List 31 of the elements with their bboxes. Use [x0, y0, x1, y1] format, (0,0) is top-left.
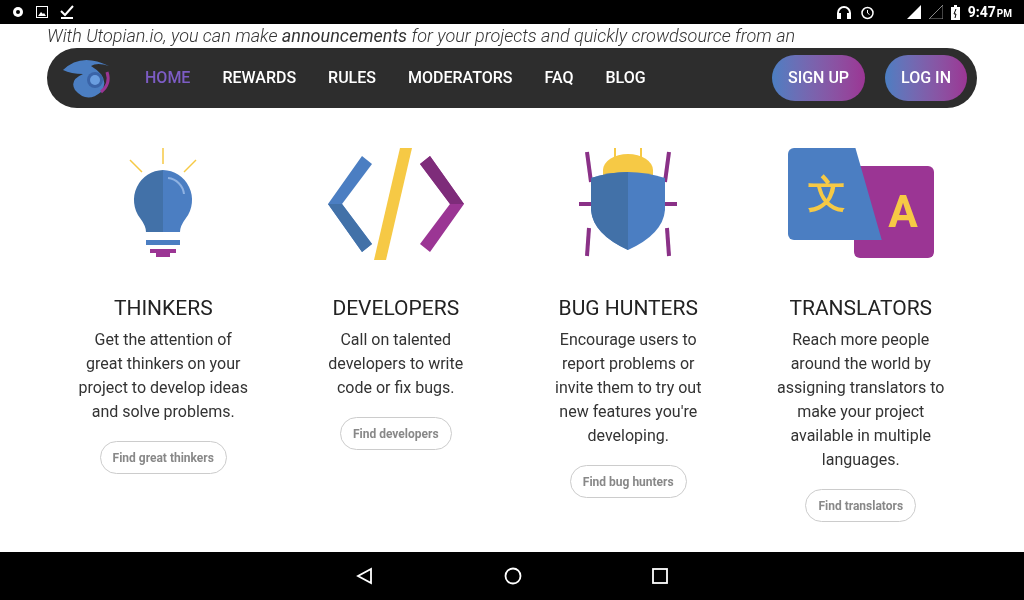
lightbulb-icon	[128, 148, 199, 260]
code-brackets-icon	[327, 148, 464, 260]
card-description: Call on talented developers to write code or fix bugs.	[327, 329, 465, 399]
nav-link[interactable]: BLOG	[605, 66, 646, 90]
battery-icon	[950, 4, 960, 20]
card-title: BUG HUNTERS	[558, 295, 698, 322]
nav-link[interactable]: REWARDS	[222, 66, 297, 90]
card-description: Reach more people around the world by assigning translators to make your project available in multiple languages.	[776, 329, 946, 471]
language-tile: 文	[787, 148, 882, 240]
alarm-icon	[859, 4, 875, 20]
card-description: Get the attention of great thinkers on your project to develop ideas and solve problems.	[78, 329, 249, 423]
headphones-icon	[835, 5, 852, 19]
card-title: THINKERS	[113, 295, 213, 322]
back-icon[interactable]	[356, 567, 374, 585]
image-icon	[36, 6, 48, 18]
signal-icon	[906, 5, 921, 19]
nav-link[interactable]: RULES	[328, 66, 376, 90]
intro-text: With Utopian.io, you can make announcements for your projects and quickly crowdsource from an	[47, 25, 796, 46]
log-in-button[interactable]: LOG IN	[885, 55, 967, 101]
nav-link[interactable]: FAQ	[544, 66, 574, 90]
card-description: Encourage users to report problems or invite them to try out new features you're developing.	[554, 329, 703, 447]
card-title: DEVELOPERS	[332, 295, 460, 322]
nav-link[interactable]: MODERATORS	[408, 66, 513, 90]
signal-icon	[928, 5, 943, 19]
record-icon	[12, 6, 24, 18]
card-title: TRANSLATORS	[789, 295, 933, 322]
checkmark-icon	[60, 5, 74, 19]
home-icon[interactable]	[504, 567, 522, 585]
clock: 9:47PM	[967, 2, 1012, 22]
recents-icon[interactable]	[652, 568, 668, 584]
sign-up-button[interactable]: SIGN UP	[771, 55, 866, 101]
